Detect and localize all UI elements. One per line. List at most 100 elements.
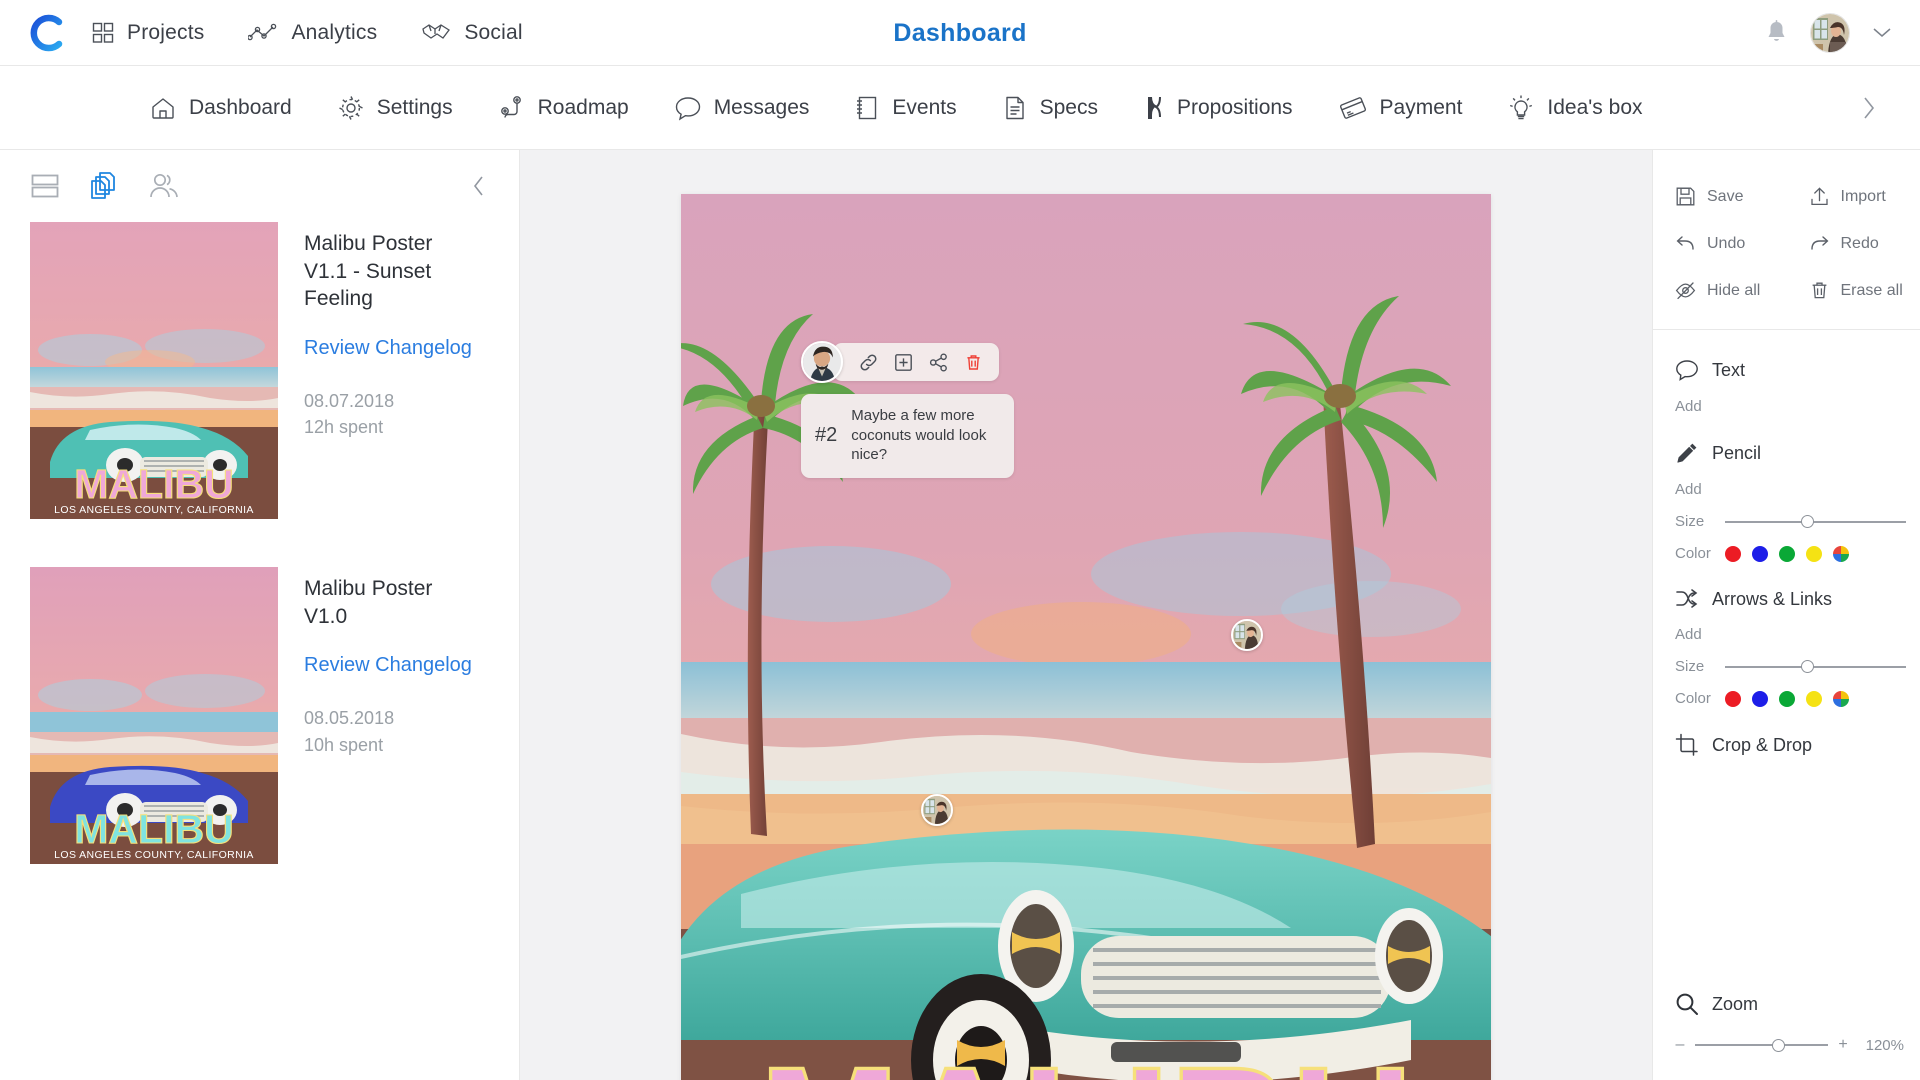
project-time-spent: 10h spent bbox=[304, 734, 384, 755]
save-button[interactable]: Save bbox=[1653, 186, 1787, 207]
erase-all-button[interactable]: Erase all bbox=[1787, 280, 1920, 301]
tool-pencil-header[interactable]: Pencil bbox=[1653, 441, 1920, 465]
app-logo[interactable] bbox=[0, 14, 92, 52]
list-item[interactable]: MALIBU LOS ANGELES COUNTY, CALIFORNIA Ma… bbox=[30, 567, 489, 864]
project-title: Malibu Poster bbox=[304, 232, 433, 255]
tool-crop-drop-header[interactable]: Crop & Drop bbox=[1653, 733, 1920, 757]
list-item[interactable]: MALIBU LOS ANGELES COUNTY, CALIFORNIA Ma… bbox=[30, 222, 489, 519]
slider-track bbox=[1695, 1044, 1828, 1046]
share-icon[interactable] bbox=[929, 353, 948, 372]
sidebar-item-versions-view[interactable] bbox=[88, 170, 120, 202]
slider-knob[interactable] bbox=[1801, 660, 1815, 673]
zoom-slider-row: – + 120% bbox=[1653, 1036, 1920, 1054]
tool-arrows-links-add[interactable]: Add bbox=[1653, 626, 1920, 643]
chevron-left-icon bbox=[472, 175, 485, 197]
swatch-blue[interactable] bbox=[1752, 690, 1768, 707]
comment-annotation: #2 Maybe a few more coconuts would look … bbox=[801, 339, 1014, 478]
app-root: Projects Analytics Social Dashboard Dash… bbox=[0, 0, 1920, 1080]
swatch-blue[interactable] bbox=[1752, 545, 1768, 562]
tool-text: Text Add bbox=[1653, 358, 1920, 416]
swatch-green[interactable] bbox=[1779, 545, 1795, 562]
undo-button[interactable]: Undo bbox=[1653, 233, 1787, 254]
subnav-item-specs[interactable]: Specs bbox=[1003, 95, 1098, 121]
credit-card-icon bbox=[1339, 95, 1367, 121]
eye-off-icon bbox=[1675, 280, 1696, 301]
tool-pencil-size-row: Size bbox=[1653, 513, 1920, 530]
page-title: Dashboard bbox=[893, 18, 1027, 47]
subnav-item-settings[interactable]: Settings bbox=[338, 95, 453, 121]
comment-body[interactable]: #2 Maybe a few more coconuts would look … bbox=[801, 394, 1014, 478]
swatch-green[interactable] bbox=[1779, 690, 1795, 707]
project-thumbnail[interactable]: MALIBU LOS ANGELES COUNTY, CALIFORNIA bbox=[30, 567, 278, 864]
upload-icon bbox=[1809, 186, 1830, 207]
subnav-label: Events bbox=[892, 95, 957, 119]
project-time-spent: 12h spent bbox=[304, 417, 384, 438]
subnav-item-ideas-box[interactable]: Idea's box bbox=[1508, 94, 1643, 122]
magnifier-icon bbox=[1675, 992, 1699, 1016]
swatch-multicolor[interactable] bbox=[1833, 690, 1849, 707]
tool-arrows-links-size-label: Size bbox=[1675, 658, 1705, 675]
trash-icon[interactable] bbox=[964, 353, 983, 372]
canvas-area[interactable]: MALIBU bbox=[520, 150, 1652, 1080]
hide-all-button[interactable]: Hide all bbox=[1653, 280, 1787, 301]
subnav-more-button[interactable] bbox=[1862, 96, 1876, 120]
top-bar: Projects Analytics Social Dashboard bbox=[0, 0, 1920, 66]
sidebar-item-team-view[interactable] bbox=[148, 171, 180, 201]
swatch-multicolor[interactable] bbox=[1833, 545, 1849, 562]
swatch-yellow[interactable] bbox=[1806, 545, 1822, 562]
poster-canvas[interactable]: MALIBU bbox=[681, 194, 1491, 1080]
review-changelog-link[interactable]: Review Changelog bbox=[304, 337, 489, 360]
project-thumbnail[interactable]: MALIBU LOS ANGELES COUNTY, CALIFORNIA bbox=[30, 222, 278, 519]
slider-knob[interactable] bbox=[1801, 515, 1815, 528]
import-button[interactable]: Import bbox=[1787, 186, 1920, 207]
grid-icon bbox=[92, 22, 114, 44]
sidebar-item-layout-view[interactable] bbox=[30, 171, 60, 201]
top-nav-item-projects[interactable]: Projects bbox=[92, 21, 204, 45]
collapse-panel-button[interactable] bbox=[472, 175, 485, 197]
chevron-down-icon[interactable] bbox=[1872, 26, 1892, 39]
comment-author-avatar[interactable] bbox=[801, 341, 843, 383]
zoom-label: Zoom bbox=[1712, 993, 1759, 1014]
gear-icon bbox=[338, 95, 364, 121]
zoom-in-button[interactable]: + bbox=[1838, 1036, 1848, 1054]
tool-arrows-links-header[interactable]: Arrows & Links bbox=[1653, 588, 1920, 610]
swatch-red[interactable] bbox=[1725, 690, 1741, 707]
tool-text-header[interactable]: Text bbox=[1653, 358, 1920, 382]
subnav-item-messages[interactable]: Messages bbox=[675, 95, 809, 121]
canvas-marker-2[interactable] bbox=[1231, 619, 1263, 651]
tool-text-add[interactable]: Add bbox=[1653, 398, 1920, 415]
tool-pencil-add[interactable]: Add bbox=[1653, 481, 1920, 498]
subnav-label: Dashboard bbox=[189, 95, 292, 119]
avatar[interactable] bbox=[1810, 12, 1850, 53]
zoom-out-button[interactable]: – bbox=[1675, 1036, 1685, 1054]
top-nav-item-social[interactable]: Social bbox=[421, 21, 523, 45]
subnav-item-propositions[interactable]: Propositions bbox=[1144, 95, 1293, 121]
project-date: 08.07.2018 bbox=[304, 391, 395, 412]
people-icon bbox=[148, 171, 180, 201]
swatch-yellow[interactable] bbox=[1806, 690, 1822, 707]
zoom-control: Zoom – + 120% bbox=[1653, 992, 1920, 1080]
redo-button[interactable]: Redo bbox=[1787, 233, 1920, 254]
tool-arrows-links-size-slider[interactable] bbox=[1725, 659, 1906, 675]
zoom-slider[interactable] bbox=[1695, 1037, 1828, 1053]
subnav-item-events[interactable]: Events bbox=[855, 95, 957, 121]
pencil-icon bbox=[1675, 441, 1699, 465]
subnav-item-payment[interactable]: Payment bbox=[1339, 95, 1462, 121]
subnav-item-dashboard[interactable]: Dashboard bbox=[150, 96, 292, 120]
tool-pencil-size-slider[interactable] bbox=[1725, 514, 1906, 530]
speech-bubble-icon bbox=[675, 95, 701, 121]
canvas-marker-1[interactable] bbox=[921, 794, 953, 826]
swatch-red[interactable] bbox=[1725, 545, 1741, 562]
slider-knob[interactable] bbox=[1772, 1038, 1786, 1052]
review-changelog-link[interactable]: Review Changelog bbox=[304, 654, 472, 677]
add-box-icon[interactable] bbox=[894, 353, 913, 372]
tool-pencil-swatches bbox=[1725, 545, 1849, 562]
top-nav-item-analytics[interactable]: Analytics bbox=[248, 21, 377, 45]
link-icon[interactable] bbox=[859, 353, 878, 372]
bell-icon[interactable] bbox=[1765, 20, 1788, 45]
subnav-item-roadmap[interactable]: Roadmap bbox=[499, 95, 629, 121]
right-panel-actions: Save Import Undo Redo Hide all Erase all bbox=[1653, 150, 1920, 330]
top-nav: Projects Analytics Social bbox=[92, 21, 523, 45]
project-title: Malibu Poster bbox=[304, 577, 433, 600]
arrows-links-icon bbox=[1675, 588, 1699, 610]
